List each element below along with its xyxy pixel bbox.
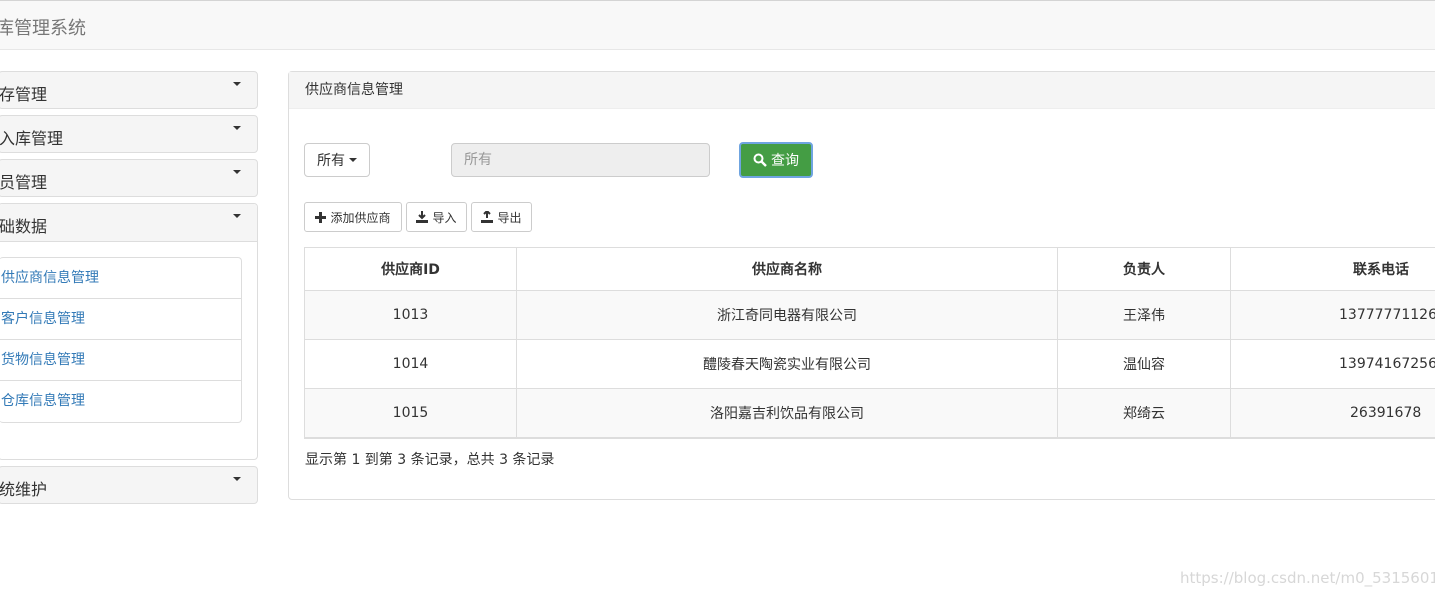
search-icon — [753, 153, 767, 167]
cell-id: 1014 — [305, 339, 517, 389]
sidebar-panel-label: 入库管理 — [0, 129, 64, 148]
sidebar-item-goods[interactable]: 货物信息管理 — [0, 340, 241, 381]
page-title: 供应商信息管理 — [289, 72, 1435, 109]
search-input[interactable]: 所有 — [451, 143, 710, 177]
main-panel: 供应商信息管理 所有 所有 查询 添加供应商 导入 导出 供应商ID 供应商名称… — [288, 71, 1435, 500]
sidebar-panel-label: 存管理 — [0, 85, 48, 104]
query-button[interactable]: 查询 — [739, 142, 813, 178]
export-button[interactable]: 导出 — [471, 202, 532, 232]
export-icon — [481, 211, 494, 223]
sidebar-panel-inbound[interactable]: 入库管理 — [0, 115, 258, 153]
sidebar-item-customer[interactable]: 客户信息管理 — [0, 299, 241, 340]
cell-contact: 温仙容 — [1057, 339, 1231, 389]
sidebar-panel-basic-data: 础数据 供应商信息管理 客户信息管理 货物信息管理 仓库信息管理 — [0, 203, 258, 460]
column-header-name[interactable]: 供应商名称 — [516, 248, 1058, 291]
app-title[interactable]: 库管理系统 — [0, 14, 86, 40]
sidebar-panel-label: 础数据 — [0, 217, 48, 236]
query-button-label: 查询 — [771, 153, 799, 169]
sidebar-panel-staff[interactable]: 员管理 — [0, 159, 258, 197]
plus-icon — [315, 211, 327, 223]
sidebar-panel-label: 员管理 — [0, 173, 48, 192]
filter-dropdown[interactable]: 所有 — [304, 143, 370, 177]
cell-phone: 26391678 — [1230, 388, 1435, 438]
caret-down-icon — [233, 170, 241, 174]
column-header-contact[interactable]: 负责人 — [1057, 248, 1231, 291]
sidebar-panel-basic-data-header[interactable]: 础数据 — [0, 204, 257, 242]
pagination-info: 显示第 1 到第 3 条记录，总共 3 条记录 — [305, 452, 555, 468]
cell-phone: 13974167256 — [1230, 339, 1435, 389]
cell-id: 1015 — [305, 388, 517, 438]
caret-down-icon — [233, 126, 241, 130]
add-supplier-label: 添加供应商 — [330, 210, 391, 225]
import-icon — [416, 211, 429, 223]
caret-down-icon — [233, 214, 241, 218]
caret-down-icon — [233, 82, 241, 86]
cell-id: 1013 — [305, 290, 517, 340]
sidebar-item-supplier[interactable]: 供应商信息管理 — [0, 258, 241, 299]
navbar: 库管理系统 — [0, 0, 1435, 50]
table-row[interactable]: 1014 醴陵春天陶瓷实业有限公司 温仙容 13974167256 — [305, 339, 1435, 389]
cell-name: 醴陵春天陶瓷实业有限公司 — [516, 339, 1058, 389]
add-supplier-button[interactable]: 添加供应商 — [304, 202, 402, 232]
import-button[interactable]: 导入 — [406, 202, 467, 232]
sidebar-panel-label: 统维护 — [0, 480, 48, 499]
basic-data-list: 供应商信息管理 客户信息管理 货物信息管理 仓库信息管理 — [0, 257, 242, 423]
filter-selected-label: 所有 — [317, 153, 345, 169]
table-row[interactable]: 1015 洛阳嘉吉利饮品有限公司 郑绮云 26391678 — [305, 388, 1435, 438]
sidebar: 存管理 入库管理 员管理 础数据 供应商信息管理 客户信息管理 货物信息管理 仓… — [0, 71, 258, 510]
cell-contact: 王泽伟 — [1057, 290, 1231, 340]
table-row[interactable]: 1013 浙江奇同电器有限公司 王泽伟 13777771126 — [305, 290, 1435, 340]
sidebar-panel-inventory[interactable]: 存管理 — [0, 71, 258, 109]
cell-name: 浙江奇同电器有限公司 — [516, 290, 1058, 340]
cell-contact: 郑绮云 — [1057, 388, 1231, 438]
column-header-id[interactable]: 供应商ID — [305, 248, 517, 291]
import-label: 导入 — [432, 210, 457, 225]
supplier-table: 供应商ID 供应商名称 负责人 联系电话 1013 浙江奇同电器有限公司 王泽伟… — [304, 247, 1435, 439]
caret-down-icon — [233, 477, 241, 481]
table-header-row: 供应商ID 供应商名称 负责人 联系电话 — [305, 248, 1435, 291]
watermark: https://blog.csdn.net/m0_53156010 — [1180, 569, 1435, 587]
sidebar-item-warehouse[interactable]: 仓库信息管理 — [0, 381, 241, 422]
sidebar-panel-system[interactable]: 统维护 — [0, 466, 258, 504]
cell-name: 洛阳嘉吉利饮品有限公司 — [516, 388, 1058, 438]
column-header-phone[interactable]: 联系电话 — [1230, 248, 1435, 291]
export-label: 导出 — [497, 210, 522, 225]
cell-phone: 13777771126 — [1230, 290, 1435, 340]
caret-down-icon — [349, 158, 357, 162]
